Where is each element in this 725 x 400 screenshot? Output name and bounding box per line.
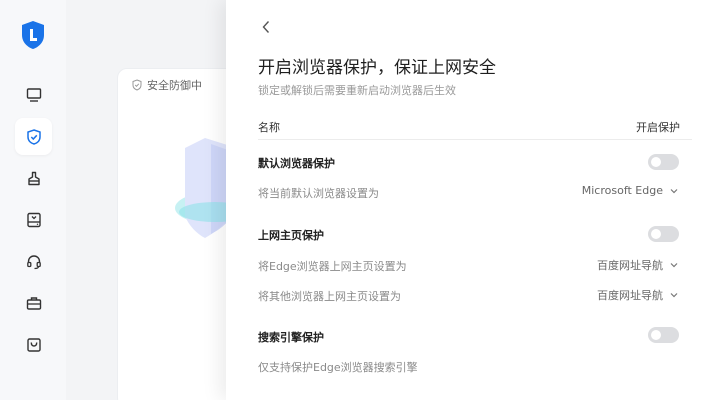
toggle-knob [651,157,661,167]
page-title: 开启浏览器保护，保证上网安全 [258,58,496,78]
nav-monitor[interactable] [15,76,52,113]
section-title-default-browser: 默认浏览器保护 [258,157,335,170]
nav-support[interactable] [15,243,52,280]
page-subtitle: 锁定或解锁后需要重新启动浏览器后生效 [258,84,456,97]
headset-icon [26,254,41,269]
chevron-down-icon [670,188,678,193]
select-other-homepage-value: 百度网址导航 [597,289,663,302]
nav-protection[interactable] [15,118,52,155]
protection-status: 安全防御中 [131,77,202,93]
broom-icon [27,171,40,185]
section-title-search-engine: 搜索引擎保护 [258,331,324,344]
shield-check-icon [132,79,142,91]
select-default-browser-value: Microsoft Edge [581,184,663,197]
shopping-bag-icon [26,337,41,352]
toggle-knob [651,229,661,239]
row-label-other-homepage: 将其他浏览器上网主页设置为 [258,290,401,303]
row-label-edge-homepage: 将Edge浏览器上网主页设置为 [258,260,407,273]
chevron-down-icon [670,293,678,298]
row-label-search-engine: 仅支持保护Edge浏览器搜索引擎 [258,361,418,374]
nav-cleanup[interactable] [15,160,52,197]
toggle-homepage[interactable] [648,226,679,242]
chevron-down-icon [670,263,678,268]
select-edge-homepage-value: 百度网址导航 [597,259,663,272]
chevron-left-icon [262,21,270,33]
back-button[interactable] [258,18,274,36]
protection-status-label: 安全防御中 [147,79,202,92]
section-title-homepage: 上网主页保护 [258,229,324,242]
select-edge-homepage[interactable]: 百度网址导航 [597,257,679,273]
toggle-default-browser[interactable] [648,154,679,170]
hard-drive-icon [26,212,41,227]
select-other-homepage[interactable]: 百度网址导航 [597,287,679,303]
toggle-search-engine[interactable] [648,327,679,343]
toggle-knob [651,330,661,340]
nav-toolbox[interactable] [15,284,52,321]
shield-check-icon [26,128,41,145]
table-header: 名称 开启保护 [258,118,692,140]
monitor-icon [26,87,41,102]
toolbox-icon [26,296,41,310]
app-logo-icon [20,20,46,50]
select-default-browser[interactable]: Microsoft Edge [582,184,679,197]
sidebar [0,0,66,400]
column-name: 名称 [258,121,280,134]
nav-store[interactable] [15,326,52,363]
row-label-default-browser: 将当前默认浏览器设置为 [258,187,379,200]
nav-disk[interactable] [15,201,52,238]
column-enable-protection: 开启保护 [636,121,680,134]
